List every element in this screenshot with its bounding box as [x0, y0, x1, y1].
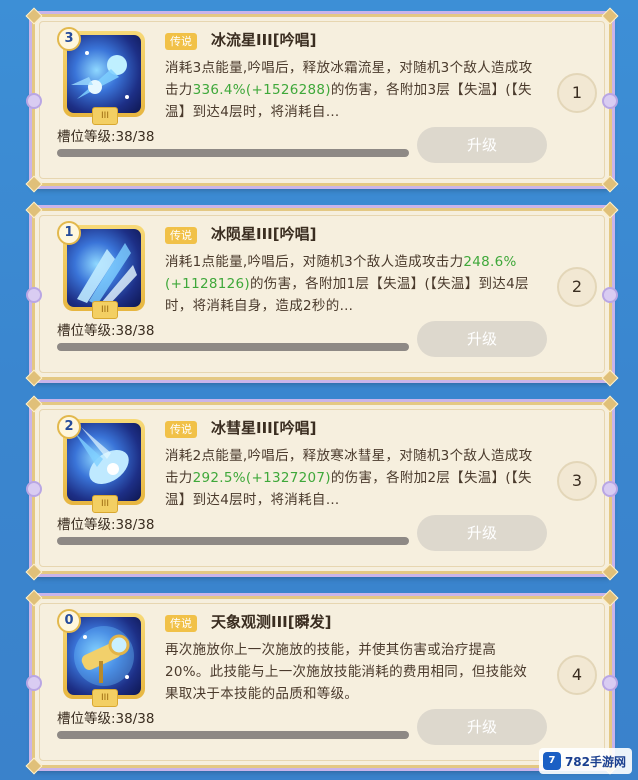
- skill-card[interactable]: 0 III 传说 天象观测III[瞬发] 再次施放你上一次施放的技能，并使其伤害或治疗提…: [25, 589, 619, 775]
- skill-tier-tab: III: [92, 301, 118, 319]
- skill-title: 天象观测III[瞬发]: [211, 613, 332, 631]
- corner-ornament: [601, 395, 619, 413]
- rarity-tag: 传说: [165, 615, 197, 632]
- skill-tier-tab: III: [92, 689, 118, 707]
- watermark-logo: 7: [542, 752, 561, 770]
- slot-order-number: 4: [557, 655, 597, 695]
- skill-card[interactable]: 2 III 传说 冰彗星III[吟唱] 消耗2点能量,吟唱后，释放寒冰彗星，对随机3个敌…: [25, 395, 619, 581]
- skill-description: 消耗3点能量,吟唱后，释放冰霜流星，对随机3个敌人造成攻击力336.4%(+15…: [165, 57, 537, 123]
- slot-level-bar: [57, 343, 409, 351]
- slot-order-number: 3: [557, 461, 597, 501]
- upgrade-button[interactable]: 升级: [417, 127, 547, 163]
- side-gem: [26, 287, 42, 303]
- skill-count-badge: 1: [57, 221, 81, 245]
- slot-order-number: 1: [557, 73, 597, 113]
- corner-ornament: [25, 369, 43, 387]
- corner-ornament: [25, 395, 43, 413]
- slot-level-bar: [57, 731, 409, 739]
- side-gem: [602, 481, 618, 497]
- slot-level-bar: [57, 149, 409, 157]
- site-watermark: 7 782手游网: [538, 748, 632, 774]
- desc-text: 消耗1点能量,吟唱后，对随机3个敌人造成攻击力: [165, 254, 464, 270]
- desc-text: 再次施放你上一次施放的技能，并使其伤害或治疗提高20%。此技能与上一次施放技能消…: [165, 642, 528, 702]
- slot-level: 槽位等级:38/38: [57, 129, 155, 145]
- corner-ornament: [25, 175, 43, 193]
- side-gem: [602, 287, 618, 303]
- corner-ornament: [25, 589, 43, 607]
- skill-count-badge: 3: [57, 27, 81, 51]
- slot-level: 槽位等级:38/38: [57, 517, 155, 533]
- slot-level-bar: [57, 537, 409, 545]
- skill-title: 冰陨星III[吟唱]: [211, 225, 317, 243]
- skill-title: 冰流星III[吟唱]: [211, 31, 317, 49]
- corner-ornament: [25, 757, 43, 775]
- rarity-tag: 传说: [165, 227, 197, 244]
- corner-ornament: [601, 175, 619, 193]
- corner-ornament: [25, 7, 43, 25]
- side-gem: [26, 675, 42, 691]
- corner-ornament: [601, 7, 619, 25]
- damage-value: 292.5%(+1327207): [192, 470, 331, 486]
- skill-description: 再次施放你上一次施放的技能，并使其伤害或治疗提高20%。此技能与上一次施放技能消…: [165, 639, 537, 705]
- upgrade-button[interactable]: 升级: [417, 515, 547, 551]
- skill-count-badge: 0: [57, 609, 81, 633]
- corner-ornament: [601, 563, 619, 581]
- skill-description: 消耗2点能量,吟唱后，释放寒冰彗星，对随机3个敌人造成攻击力292.5%(+13…: [165, 445, 537, 511]
- corner-ornament: [601, 369, 619, 387]
- skill-tier-tab: III: [92, 107, 118, 125]
- upgrade-button[interactable]: 升级: [417, 709, 547, 745]
- slot-level: 槽位等级:38/38: [57, 711, 155, 727]
- corner-ornament: [601, 589, 619, 607]
- corner-ornament: [25, 563, 43, 581]
- corner-ornament: [25, 201, 43, 219]
- skill-card[interactable]: 3 III 传说 冰流星III[吟唱] 消耗3点能量,吟唱后，释放冰霜流星，对随机3个敌…: [25, 7, 619, 193]
- upgrade-button[interactable]: 升级: [417, 321, 547, 357]
- side-gem: [26, 93, 42, 109]
- watermark-text: 782手游网: [564, 754, 626, 769]
- skill-card[interactable]: 1 III 传说 冰陨星III[吟唱] 消耗1点能量,吟唱后，对随机3个敌人造成攻击力2…: [25, 201, 619, 387]
- side-gem: [602, 93, 618, 109]
- skill-count-badge: 2: [57, 415, 81, 439]
- rarity-tag: 传说: [165, 421, 197, 438]
- corner-ornament: [601, 201, 619, 219]
- slot-level: 槽位等级:38/38: [57, 323, 155, 339]
- side-gem: [26, 481, 42, 497]
- rarity-tag: 传说: [165, 33, 197, 50]
- side-gem: [602, 675, 618, 691]
- damage-value: 336.4%(+1526288): [192, 82, 331, 98]
- skill-tier-tab: III: [92, 495, 118, 513]
- skill-description: 消耗1点能量,吟唱后，对随机3个敌人造成攻击力248.6%(+1128126)的…: [165, 251, 537, 317]
- slot-order-number: 2: [557, 267, 597, 307]
- skill-title: 冰彗星III[吟唱]: [211, 419, 317, 437]
